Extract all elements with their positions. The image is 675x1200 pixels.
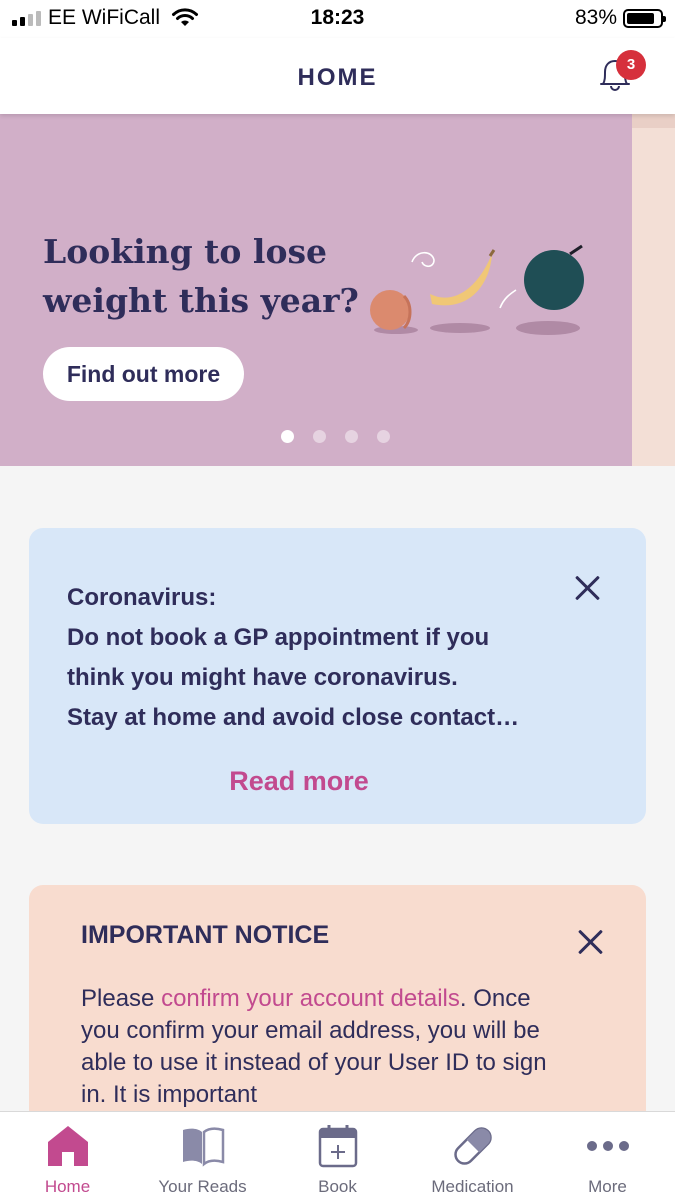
- hero-title: Looking to lose weight this year?: [43, 232, 359, 320]
- coronavirus-line: Stay at home and avoid close contact…: [67, 704, 520, 731]
- fruit-illustration: [370, 244, 584, 335]
- tab-book[interactable]: Book: [270, 1112, 405, 1200]
- book-open-icon: [182, 1127, 224, 1167]
- tab-label: Book: [318, 1177, 357, 1196]
- carousel-dot[interactable]: [345, 430, 358, 443]
- tab-label: Medication: [431, 1177, 514, 1196]
- carousel-dots: [281, 430, 390, 443]
- tab-your-reads[interactable]: Your Reads: [135, 1112, 270, 1200]
- status-bar: EE WiFiCall 18:23 83%: [0, 0, 675, 38]
- confirm-account-link[interactable]: confirm your account details: [161, 985, 460, 1012]
- find-out-more-button[interactable]: Find out more: [43, 347, 244, 401]
- tab-home[interactable]: Home: [0, 1112, 135, 1200]
- read-more-link[interactable]: Read more: [29, 766, 569, 797]
- notice-title: IMPORTANT NOTICE: [81, 921, 330, 949]
- close-coronavirus-icon[interactable]: [573, 574, 601, 602]
- next-slide-peek[interactable]: [632, 114, 675, 466]
- home-icon: [47, 1126, 88, 1166]
- calendar-add-icon: [318, 1125, 357, 1168]
- coronavirus-line: think you might have coronavirus.: [67, 664, 458, 691]
- battery-percent: 83%: [574, 6, 617, 29]
- battery-icon: [623, 9, 666, 28]
- notice-text-before: Please: [81, 985, 162, 1012]
- page-title: HOME: [297, 64, 378, 91]
- hero-carousel[interactable]: Looking to lose weight this year? Find o…: [0, 114, 632, 466]
- tab-label: Your Reads: [158, 1177, 247, 1196]
- notice-body: Please confirm your account details. Onc…: [81, 983, 561, 1111]
- close-notice-icon[interactable]: [576, 928, 604, 956]
- tab-more[interactable]: More: [540, 1112, 675, 1200]
- tab-label: More: [588, 1177, 627, 1196]
- coronavirus-line: Do not book a GP appointment if you: [67, 624, 490, 651]
- coronavirus-line: Coronavirus:: [67, 584, 217, 611]
- clock: 18:23: [310, 6, 365, 29]
- tab-label: Home: [44, 1177, 91, 1196]
- app-header: HOME: [0, 38, 675, 114]
- carousel-dot[interactable]: [281, 430, 294, 443]
- tab-medication[interactable]: Medication: [405, 1112, 540, 1200]
- carousel-dot[interactable]: [377, 430, 390, 443]
- battery-level: [627, 13, 654, 24]
- notification-badge: 3: [616, 50, 646, 80]
- carousel-dot[interactable]: [313, 430, 326, 443]
- coronavirus-alert-card: Coronavirus: Do not book a GP appointmen…: [29, 528, 646, 824]
- coronavirus-message: Coronavirus: Do not book a GP appointmen…: [67, 578, 567, 738]
- pill-icon: [453, 1127, 492, 1165]
- bottom-tab-bar: Home Your Reads Book Medication More: [0, 1111, 675, 1200]
- more-dots-icon: [586, 1141, 629, 1151]
